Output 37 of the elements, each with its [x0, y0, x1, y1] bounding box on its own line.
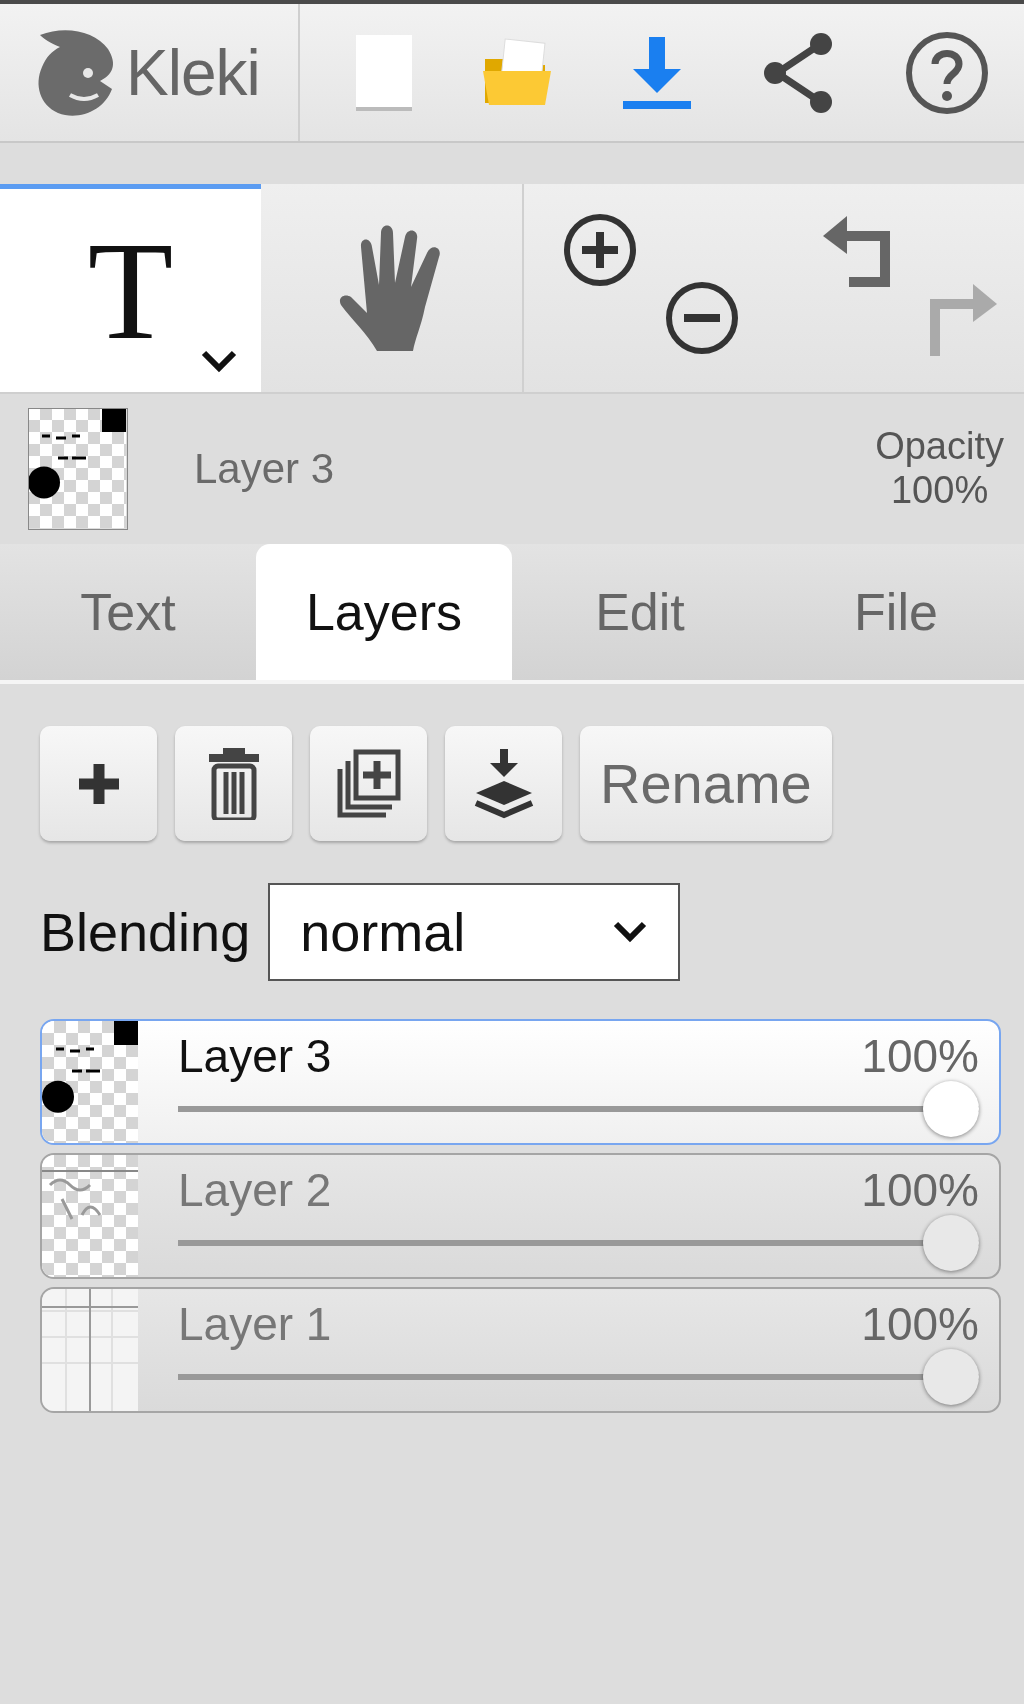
chevron-down-icon [612, 920, 649, 944]
add-button[interactable] [40, 726, 157, 841]
trash-icon [208, 747, 259, 820]
layer-name: Layer 3 [178, 1029, 332, 1083]
add-icon [76, 761, 121, 806]
tab[interactable]: Layers [256, 544, 512, 680]
text-tool-button[interactable]: T [0, 184, 261, 392]
layer-item[interactable]: Layer 1 100% [40, 1287, 1001, 1413]
merge-layers-button[interactable] [445, 726, 562, 841]
zoom-out-icon[interactable] [664, 280, 740, 356]
tab[interactable]: Text [0, 544, 256, 680]
opacity-value: 100% [861, 1297, 979, 1351]
tab[interactable]: Edit [512, 544, 768, 680]
opacity-value: 100% [861, 1163, 979, 1217]
help-icon[interactable] [904, 29, 991, 116]
layer-name: Layer 2 [178, 1163, 332, 1217]
chevron-down-icon[interactable] [199, 348, 239, 374]
opacity-label: Opacity [875, 425, 1004, 469]
duplicate-button[interactable] [310, 726, 427, 841]
rename-button[interactable]: Rename [580, 726, 832, 841]
layer-item[interactable]: Layer 3 100% [40, 1019, 1001, 1145]
blending-label: Blending [40, 901, 251, 963]
slider-thumb[interactable] [923, 1349, 979, 1405]
opacity-value: 100% [861, 1029, 979, 1083]
app-logo: Kleki [126, 35, 260, 110]
slider-thumb[interactable] [923, 1215, 979, 1271]
layer-name: Layer 3 [194, 445, 336, 493]
trash-button[interactable] [175, 726, 292, 841]
tab[interactable]: File [768, 544, 1024, 680]
zoom-in-icon[interactable] [562, 212, 638, 288]
slider-thumb[interactable] [923, 1081, 979, 1137]
layer-item[interactable]: Layer 2 100% [40, 1153, 1001, 1279]
duplicate-icon [335, 748, 402, 819]
download-icon[interactable] [621, 34, 693, 111]
opacity-value: 100% [891, 469, 989, 513]
layer-name: Layer 1 [178, 1297, 332, 1351]
blending-dropdown[interactable]: normal [268, 883, 681, 981]
